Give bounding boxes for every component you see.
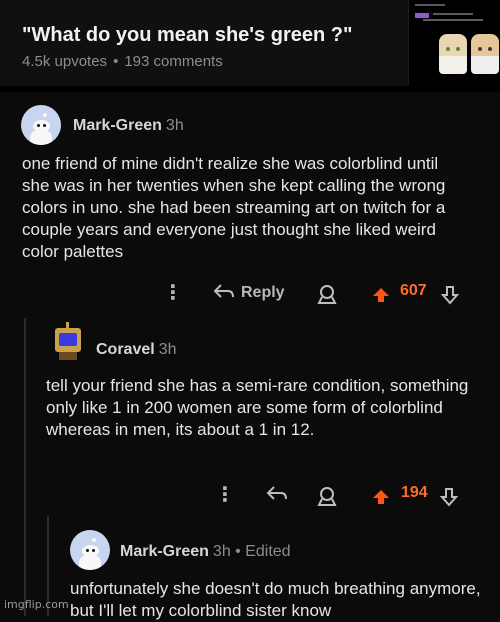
comment-body: one friend of mine didn't realize she wa… bbox=[22, 154, 446, 261]
downvote-icon[interactable] bbox=[439, 487, 459, 512]
comment-actions: ⋮ Reply 607 bbox=[0, 282, 500, 308]
snoo-eye bbox=[37, 124, 40, 127]
vote-count: 607 bbox=[400, 282, 427, 299]
comment-username[interactable]: Mark-Green 3h • Edited bbox=[120, 543, 291, 561]
snoo-body bbox=[79, 555, 101, 570]
watermark: imgflip.com bbox=[4, 598, 69, 611]
thumb-eye bbox=[456, 47, 460, 51]
snoo-body bbox=[30, 130, 52, 145]
comment-time: 3h bbox=[165, 117, 184, 134]
robot-avatar-icon[interactable] bbox=[47, 322, 87, 362]
comment-time: 3h • Edited bbox=[212, 543, 291, 560]
thumb-line bbox=[433, 13, 473, 15]
reply-button[interactable] bbox=[266, 484, 288, 504]
reply-icon bbox=[266, 486, 287, 500]
post-header: "What do you mean she's green ?" 4.5k up… bbox=[0, 0, 500, 86]
thread-line[interactable] bbox=[24, 318, 26, 616]
username-text[interactable]: Coravel bbox=[96, 341, 155, 358]
comment-count[interactable]: 193 comments bbox=[124, 53, 222, 70]
more-icon[interactable]: ⋮ bbox=[163, 282, 183, 304]
post-thumbnail[interactable] bbox=[408, 0, 500, 86]
comment-actions: ⋮ 194 bbox=[0, 484, 500, 510]
reply-icon bbox=[213, 284, 234, 298]
thumb-badge bbox=[415, 13, 429, 18]
more-icon[interactable]: ⋮ bbox=[215, 484, 235, 506]
thumb-line bbox=[415, 4, 445, 6]
award-icon[interactable] bbox=[316, 486, 338, 513]
comment-time: 3h bbox=[158, 341, 177, 358]
thumb-character-image bbox=[471, 34, 499, 74]
reply-button[interactable]: Reply bbox=[213, 282, 285, 302]
thumb-line bbox=[423, 19, 483, 21]
section-divider bbox=[0, 86, 500, 92]
comment-body: unfortunately she doesn't do much breath… bbox=[70, 579, 481, 620]
thumb-eye bbox=[488, 47, 492, 51]
thumb-character-image bbox=[439, 34, 467, 74]
comment-body: tell your friend she has a semi-rare con… bbox=[46, 376, 469, 439]
robot-legs bbox=[59, 352, 77, 360]
award-icon[interactable] bbox=[316, 284, 338, 311]
username-text[interactable]: Mark-Green bbox=[120, 543, 209, 560]
comment-username[interactable]: Mark-Green 3h bbox=[73, 117, 184, 135]
post-meta: 4.5k upvotes • 193 comments bbox=[22, 53, 223, 70]
snoo-eye bbox=[86, 549, 89, 552]
meta-separator: • bbox=[113, 53, 119, 70]
thumb-eye bbox=[446, 47, 450, 51]
snoo-eye bbox=[43, 124, 46, 127]
post-title[interactable]: "What do you mean she's green ?" bbox=[22, 24, 352, 47]
snoo-eye bbox=[92, 549, 95, 552]
username-text[interactable]: Mark-Green bbox=[73, 117, 162, 134]
upvote-icon[interactable] bbox=[373, 288, 389, 302]
snoo-avatar-icon[interactable] bbox=[21, 105, 61, 145]
snoo-antenna bbox=[43, 113, 47, 117]
snoo-avatar-icon[interactable] bbox=[70, 530, 110, 570]
vote-count: 194 bbox=[401, 484, 428, 501]
reply-label: Reply bbox=[241, 284, 285, 301]
robot-screen bbox=[59, 333, 77, 346]
comment-username[interactable]: Coravel 3h bbox=[96, 341, 177, 359]
snoo-antenna bbox=[92, 538, 96, 542]
upvote-icon[interactable] bbox=[373, 490, 389, 504]
downvote-icon[interactable] bbox=[440, 285, 460, 310]
upvote-count: 4.5k upvotes bbox=[22, 53, 108, 70]
thumb-eye bbox=[478, 47, 482, 51]
